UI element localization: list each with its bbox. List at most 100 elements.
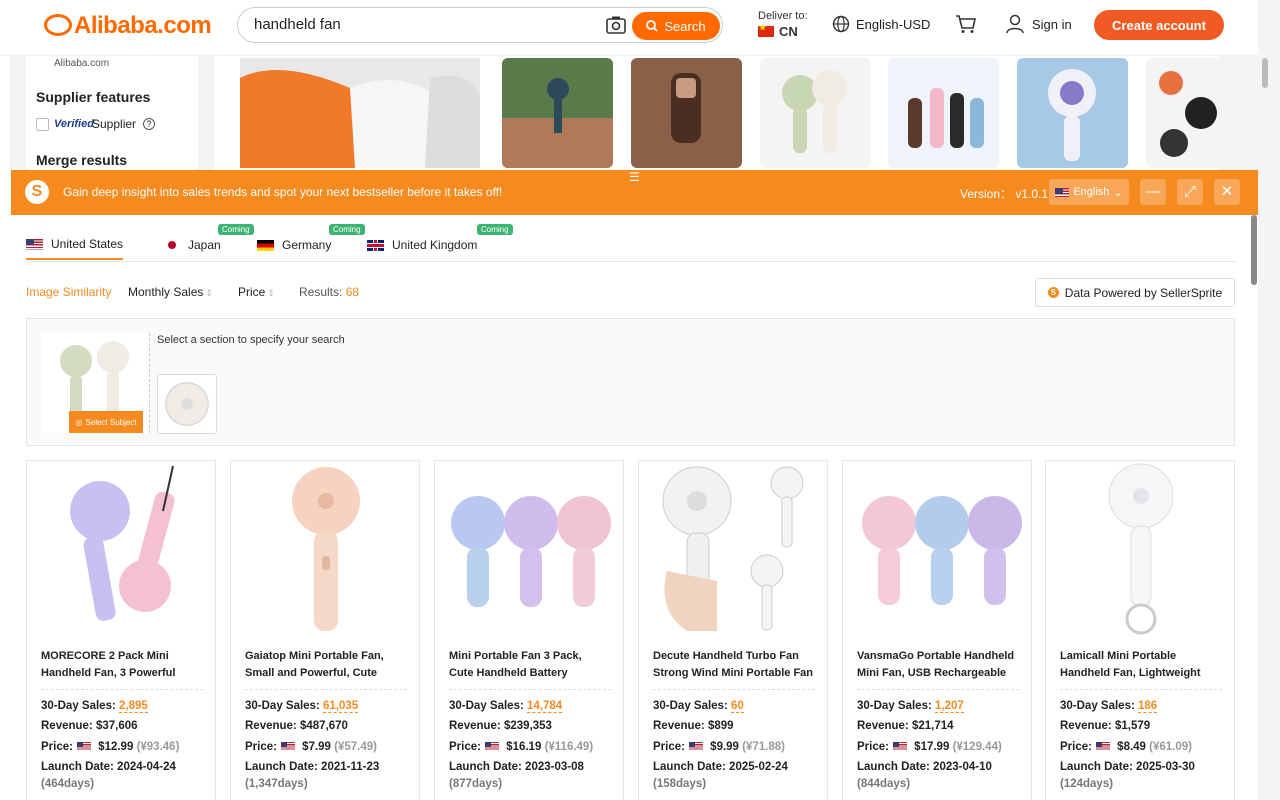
search-input[interactable] [254,16,584,33]
powered-by-link[interactable]: S Data Powered by SellerSprite [1035,278,1235,307]
powered-by-label: Data Powered by SellerSprite [1064,285,1223,300]
launch-row: Launch Date: 2025-03-30 [1060,761,1195,773]
product-image[interactable] [647,461,821,637]
launch-days: (844days) [857,778,911,790]
divider [449,689,611,690]
background-gutter [198,56,214,170]
sign-in-link[interactable]: Sign in [1006,14,1072,34]
sales-row: 30-Day Sales: 61,035 [245,700,359,713]
alibaba-logo[interactable]: Alibaba.com [44,12,212,40]
product-thumbnail[interactable] [502,58,613,168]
product-card[interactable]: VansmaGo Portable Handheld Mini Fan, USB… [842,460,1032,800]
price-label: Price: [857,741,889,753]
launch-label: Launch Date: [857,761,930,773]
product-thumbnail[interactable] [1146,58,1218,168]
divider [857,689,1019,690]
revenue-row: Revenue: $21,714 [857,720,954,732]
sales-value[interactable]: 60 [731,700,744,713]
info-icon[interactable]: ? [143,118,155,130]
panel-scrollbar-thumb[interactable] [1251,215,1257,285]
product-title[interactable]: VansmaGo Portable Handheld Mini Fan, USB… [857,648,1017,682]
product-title[interactable]: Decute Handheld Turbo Fan Strong Wind Mi… [653,648,813,682]
search-button[interactable]: Search [632,12,720,40]
revenue-value: $21,714 [911,720,954,732]
cart-icon[interactable] [955,14,977,34]
divider [149,333,150,433]
tab-germany[interactable]: Germany Coming [257,224,365,260]
language-selector[interactable]: English-USD [832,15,930,33]
launch-value: 2025-03-30 [1136,761,1195,773]
deliver-to[interactable]: Deliver to: CN [758,10,808,39]
product-card[interactable]: Gaiatop Mini Portable Fan, Small and Pow… [230,460,420,800]
revenue-row: Revenue: $37,606 [41,720,138,732]
sales-value[interactable]: 14,784 [527,700,563,713]
sales-value[interactable]: 186 [1138,700,1158,713]
product-image[interactable] [851,461,1025,637]
product-thumbnail[interactable] [1017,58,1128,168]
product-thumbnail[interactable] [760,58,871,168]
product-card[interactable]: Decute Handheld Turbo Fan Strong Wind Mi… [638,460,828,800]
product-title[interactable]: Lamicall Mini Portable Handheld Fan, Lig… [1060,648,1220,682]
page-scrollbar-thumb[interactable] [1262,58,1268,88]
sales-value[interactable]: 1,207 [935,700,964,713]
product-thumbnail[interactable] [631,58,742,168]
sales-label: 30-Day Sales: [857,700,932,712]
logo-mark-icon [44,14,72,36]
product-card[interactable]: MORECORE 2 Pack Mini Handheld Fan, 3 Pow… [26,460,216,800]
launch-row: Launch Date: 2024-04-24 [41,761,176,773]
product-image[interactable] [35,461,209,637]
drag-handle-icon[interactable]: ☰ [629,170,640,184]
sellersprite-logo-icon: S [25,180,49,204]
product-title[interactable]: MORECORE 2 Pack Mini Handheld Fan, 3 Pow… [41,648,201,682]
sales-value[interactable]: 61,035 [323,700,359,713]
minimize-button[interactable]: — [1140,179,1166,205]
sellersprite-language-select[interactable]: English ⌄ [1049,179,1129,205]
china-flag-icon [758,23,774,37]
revenue-label: Revenue: [449,720,501,732]
supplier-label: Supplier [92,117,137,131]
select-subject-button[interactable]: ◎ Select Subject [69,411,143,433]
product-image[interactable] [443,461,617,637]
verified-supplier-checkbox[interactable] [36,118,49,131]
sales-row: 30-Day Sales: 186 [1060,700,1158,713]
us-flag-icon [76,742,91,751]
close-button[interactable]: ✕ [1214,179,1240,205]
product-card[interactable]: Lamicall Mini Portable Handheld Fan, Lig… [1045,460,1235,800]
product-thumbnail[interactable] [888,58,999,168]
sales-row: 30-Day Sales: 14,784 [449,700,563,713]
sort-monthly-sales[interactable]: Monthly Sales ⇕ [128,285,213,299]
coming-badge: Coming [329,224,365,235]
launch-value: 2025-02-24 [729,761,788,773]
product-banner-image[interactable] [240,58,480,168]
product-card[interactable]: Mini Portable Fan 3 Pack, Cute Handheld … [434,460,624,800]
sort-image-similarity[interactable]: Image Similarity [26,285,111,299]
sales-value[interactable]: 2,895 [119,700,148,713]
price-row: Price: $16.19 (¥116.49) [449,741,593,753]
product-image[interactable] [239,461,413,637]
product-title[interactable]: Gaiatop Mini Portable Fan, Small and Pow… [245,648,405,682]
divider [653,689,815,690]
launch-label: Launch Date: [1060,761,1133,773]
price-cny: (¥57.49) [334,741,377,753]
revenue-row: Revenue: $899 [653,720,734,732]
uk-flag-icon [367,239,384,251]
detected-section-thumbnail[interactable] [157,374,217,434]
divider [245,689,407,690]
price-label: Price: [449,741,481,753]
price-cny: (¥61.09) [1149,741,1192,753]
tab-united-states[interactable]: United States [26,230,124,260]
tab-label: Japan [188,238,221,252]
globe-icon [832,15,850,33]
product-image[interactable] [1054,461,1228,637]
price-row: Price: $17.99 (¥129.44) [857,741,1002,753]
revenue-row: Revenue: $239,353 [449,720,552,732]
expand-button[interactable]: ⤢ [1177,179,1203,205]
create-account-button[interactable]: Create account [1094,10,1224,40]
product-title[interactable]: Mini Portable Fan 3 Pack, Cute Handheld … [449,648,609,682]
tab-japan[interactable]: Japan Coming [164,224,254,260]
revenue-row: Revenue: $487,670 [245,720,348,732]
page-scrollbar-track[interactable] [1258,0,1280,800]
sort-price[interactable]: Price ⇕ [238,285,275,299]
camera-icon[interactable] [606,16,626,34]
tab-united-kingdom[interactable]: United Kingdom Coming [367,224,513,260]
